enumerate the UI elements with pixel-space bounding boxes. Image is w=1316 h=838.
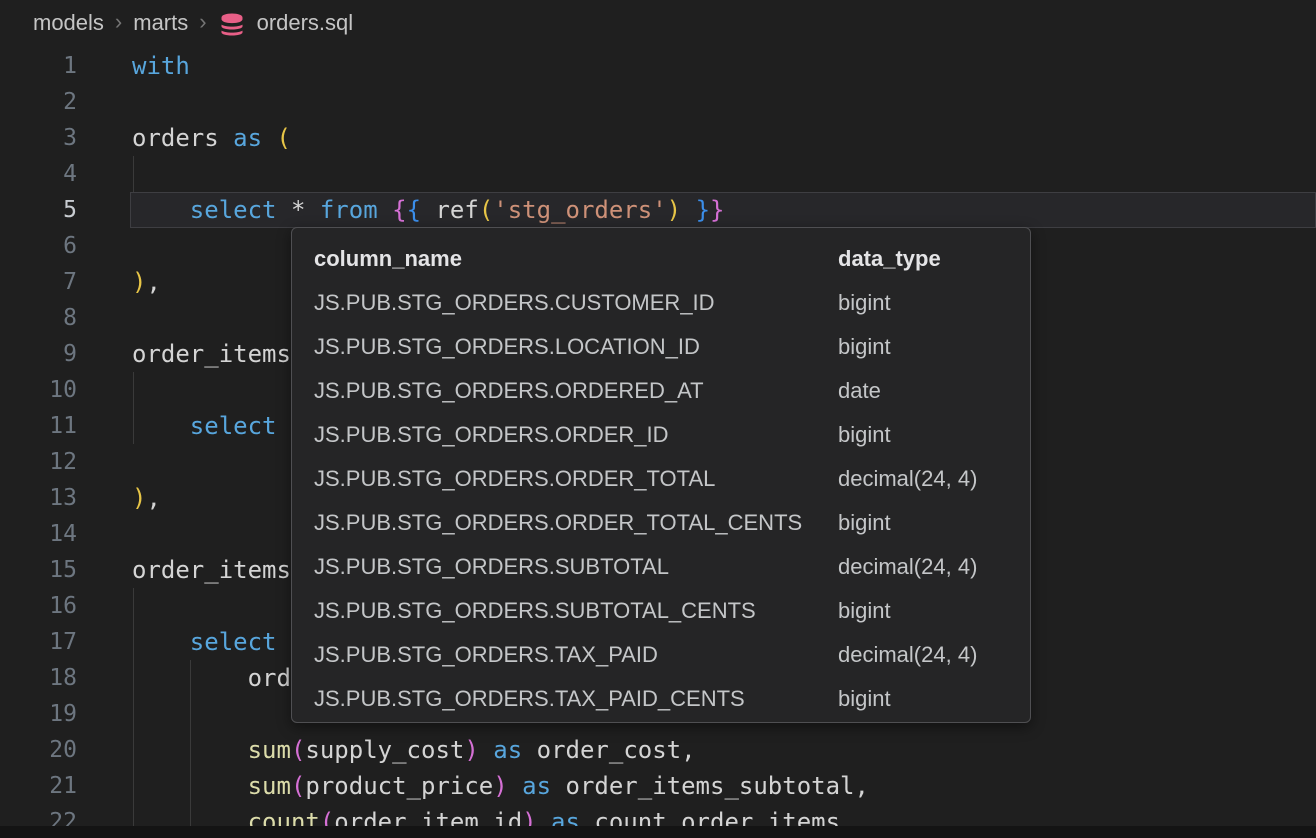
- popup-data-type: bigint: [838, 598, 1008, 624]
- indent-guide: [133, 696, 134, 732]
- line-number: 5: [0, 192, 77, 228]
- line-number: 11: [0, 408, 77, 444]
- popup-column-row: JS.PUB.STG_ORDERS.ORDER_TOTAL_CENTSbigin…: [314, 501, 1008, 545]
- line-number: 8: [0, 300, 77, 336]
- code-text: count(order_item_id) as count_order_item…: [77, 804, 840, 826]
- code-line[interactable]: 20 sum(supply_cost) as order_cost,: [0, 732, 1316, 768]
- line-number: 4: [0, 156, 77, 192]
- line-number: 21: [0, 768, 77, 804]
- line-number: 1: [0, 48, 77, 84]
- code-text: select: [77, 408, 277, 444]
- line-number: 12: [0, 444, 77, 480]
- popup-column-row: JS.PUB.STG_ORDERS.ORDER_TOTALdecimal(24,…: [314, 457, 1008, 501]
- code-text: select * from {{ ref('stg_orders') }}: [77, 192, 724, 228]
- code-text: select: [77, 624, 277, 660]
- popup-data-type: date: [838, 378, 1008, 404]
- popup-data-type: decimal(24, 4): [838, 642, 1008, 668]
- indent-guide: [133, 372, 134, 408]
- code-text: orders as (: [77, 120, 291, 156]
- line-number: 16: [0, 588, 77, 624]
- code-text: ord: [77, 660, 291, 696]
- popup-column-row: JS.PUB.STG_ORDERS.TAX_PAIDdecimal(24, 4): [314, 633, 1008, 677]
- code-text: order_items: [77, 552, 291, 588]
- popup-column-row: JS.PUB.STG_ORDERS.SUBTOTAL_CENTSbigint: [314, 589, 1008, 633]
- popup-header-column-name: column_name: [314, 246, 838, 272]
- line-number: 19: [0, 696, 77, 732]
- line-number: 20: [0, 732, 77, 768]
- popup-data-type: bigint: [838, 686, 1008, 712]
- code-text: sum(supply_cost) as order_cost,: [77, 732, 696, 768]
- popup-column-name: JS.PUB.STG_ORDERS.ORDERED_AT: [314, 378, 838, 404]
- line-number: 15: [0, 552, 77, 588]
- popup-header-row: column_name data_type: [314, 237, 1008, 281]
- code-line[interactable]: 4: [0, 156, 1316, 192]
- indent-guide: [190, 696, 191, 732]
- chevron-right-icon: ›: [115, 9, 122, 35]
- popup-data-type: bigint: [838, 334, 1008, 360]
- line-number: 7: [0, 264, 77, 300]
- line-number: 10: [0, 372, 77, 408]
- breadcrumb-item-models[interactable]: models: [33, 10, 104, 36]
- popup-data-type: decimal(24, 4): [838, 466, 1008, 492]
- database-icon: [218, 10, 246, 38]
- breadcrumb-item-marts[interactable]: marts: [133, 10, 188, 36]
- popup-column-row: JS.PUB.STG_ORDERS.LOCATION_IDbigint: [314, 325, 1008, 369]
- line-number: 3: [0, 120, 77, 156]
- popup-data-type: decimal(24, 4): [838, 554, 1008, 580]
- popup-data-type: bigint: [838, 290, 1008, 316]
- popup-data-type: bigint: [838, 422, 1008, 448]
- code-line[interactable]: 5 select * from {{ ref('stg_orders') }}: [0, 192, 1316, 228]
- line-number: 13: [0, 480, 77, 516]
- line-number: 6: [0, 228, 77, 264]
- code-text: sum(product_price) as order_items_subtot…: [77, 768, 869, 804]
- line-number: 17: [0, 624, 77, 660]
- breadcrumb-item-file[interactable]: orders.sql: [257, 10, 354, 36]
- code-text: order_items: [77, 336, 291, 372]
- popup-column-row: JS.PUB.STG_ORDERS.SUBTOTALdecimal(24, 4): [314, 545, 1008, 589]
- popup-data-type: bigint: [838, 510, 1008, 536]
- chevron-right-icon: ›: [199, 9, 206, 35]
- code-line[interactable]: 3orders as (: [0, 120, 1316, 156]
- column-info-popup: column_name data_type JS.PUB.STG_ORDERS.…: [291, 227, 1031, 723]
- popup-column-row: JS.PUB.STG_ORDERS.TAX_PAID_CENTSbigint: [314, 677, 1008, 721]
- popup-column-name: JS.PUB.STG_ORDERS.SUBTOTAL_CENTS: [314, 598, 838, 624]
- code-line[interactable]: 2: [0, 84, 1316, 120]
- line-number: 9: [0, 336, 77, 372]
- popup-column-name: JS.PUB.STG_ORDERS.ORDER_TOTAL: [314, 466, 838, 492]
- popup-column-row: JS.PUB.STG_ORDERS.ORDERED_ATdate: [314, 369, 1008, 413]
- popup-column-name: JS.PUB.STG_ORDERS.LOCATION_ID: [314, 334, 838, 360]
- breadcrumb: models › marts › orders.sql: [0, 0, 1316, 46]
- popup-column-name: JS.PUB.STG_ORDERS.SUBTOTAL: [314, 554, 838, 580]
- popup-column-name: JS.PUB.STG_ORDERS.TAX_PAID: [314, 642, 838, 668]
- popup-column-row: JS.PUB.STG_ORDERS.ORDER_IDbigint: [314, 413, 1008, 457]
- popup-column-name: JS.PUB.STG_ORDERS.ORDER_ID: [314, 422, 838, 448]
- code-line[interactable]: 21 sum(product_price) as order_items_sub…: [0, 768, 1316, 804]
- indent-guide: [133, 156, 134, 192]
- line-number: 22: [0, 804, 77, 826]
- popup-column-row: JS.PUB.STG_ORDERS.CUSTOMER_IDbigint: [314, 281, 1008, 325]
- line-number: 2: [0, 84, 77, 120]
- popup-column-name: JS.PUB.STG_ORDERS.TAX_PAID_CENTS: [314, 686, 838, 712]
- line-number: 14: [0, 516, 77, 552]
- code-text: ),: [77, 480, 161, 516]
- code-line[interactable]: 1with: [0, 48, 1316, 84]
- popup-column-name: JS.PUB.STG_ORDERS.ORDER_TOTAL_CENTS: [314, 510, 838, 536]
- popup-column-name: JS.PUB.STG_ORDERS.CUSTOMER_ID: [314, 290, 838, 316]
- indent-guide: [133, 588, 134, 624]
- popup-header-data-type: data_type: [838, 246, 1008, 272]
- line-number: 18: [0, 660, 77, 696]
- code-text: ),: [77, 264, 161, 300]
- code-line[interactable]: 22 count(order_item_id) as count_order_i…: [0, 804, 1316, 826]
- window-bottom-edge: [0, 826, 1316, 838]
- code-text: with: [77, 48, 190, 84]
